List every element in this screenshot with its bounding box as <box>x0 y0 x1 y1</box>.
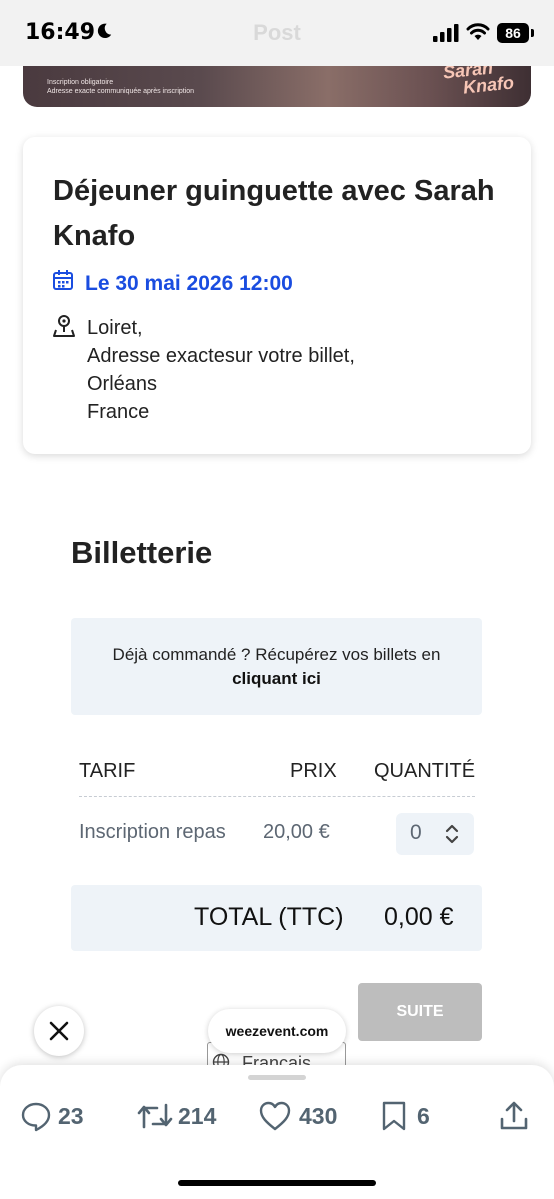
ticket-row-tarif: Inscription repas <box>79 821 226 843</box>
sheet-grabber[interactable] <box>248 1075 306 1080</box>
event-title: Déjeuner guinguette avec Sarah Knafo <box>53 175 495 252</box>
location-pin-icon <box>53 315 75 337</box>
column-header-tarif: TARIF <box>79 760 136 782</box>
column-header-quantite: QUANTITÉ <box>374 760 476 782</box>
total-value: 0,00 € <box>384 903 454 931</box>
close-icon <box>49 1021 69 1041</box>
location-line: Orléans <box>87 373 158 395</box>
heart-icon <box>259 1101 291 1131</box>
cellular-signal-icon <box>433 24 459 42</box>
share-icon <box>500 1101 528 1130</box>
quantity-value: 0 <box>410 821 422 844</box>
share-button[interactable] <box>498 1100 530 1132</box>
like-count: 430 <box>299 1103 338 1129</box>
already-ordered-box: Déjà commandé ? Récupérez vos billets en… <box>71 618 482 715</box>
ticketing-heading: Billetterie <box>71 535 213 570</box>
chevron-up-down-icon <box>445 824 459 844</box>
event-info-card: Déjeuner guinguette avec Sarah Knafo Le … <box>23 137 531 454</box>
location-line: Adresse exactesur votre billet, <box>87 345 355 367</box>
close-button[interactable] <box>34 1006 84 1056</box>
calendar-icon <box>53 270 73 290</box>
status-bar: 16:49 Post 86 <box>0 0 554 66</box>
reply-icon <box>21 1102 51 1132</box>
like-button[interactable]: 430 <box>258 1100 348 1132</box>
next-button[interactable]: SUITE <box>358 983 482 1041</box>
total-box: TOTAL (TTC) 0,00 € <box>71 885 482 951</box>
location-line: Loiret, <box>87 317 143 339</box>
battery-indicator: 86 <box>497 23 529 43</box>
wifi-icon <box>466 23 490 40</box>
repost-icon <box>137 1103 173 1129</box>
event-location: Loiret, Adresse exactesur votre billet, … <box>87 314 355 426</box>
banner-text-line: Inscription obligatoire <box>47 79 114 86</box>
total-label: TOTAL (TTC) <box>194 903 344 931</box>
column-header-prix: PRIX <box>290 760 337 782</box>
banner-text-line: Adresse exacte communiquée après inscrip… <box>47 88 195 95</box>
ticket-row-prix: 20,00 € <box>263 821 330 843</box>
retrieve-tickets-link[interactable]: cliquant ici <box>71 669 482 689</box>
quantity-select[interactable]: 0 <box>396 813 474 855</box>
bookmark-count: 6 <box>417 1103 430 1129</box>
reply-count: 23 <box>58 1103 84 1129</box>
reply-button[interactable]: 23 <box>20 1100 90 1132</box>
bookmark-button[interactable]: 6 <box>380 1100 440 1132</box>
location-line: France <box>87 401 150 423</box>
banner-logo: Knafo <box>462 72 515 98</box>
repost-button[interactable]: 214 <box>137 1100 222 1132</box>
repost-count: 214 <box>178 1103 217 1129</box>
home-indicator <box>178 1180 376 1186</box>
battery-cap <box>531 29 534 37</box>
webview-domain-pill[interactable]: weezevent.com <box>208 1009 346 1053</box>
event-date: Le 30 mai 2026 12:00 <box>85 272 293 295</box>
already-ordered-text: Déjà commandé ? Récupérez vos billets en <box>112 645 441 664</box>
table-divider <box>79 796 475 797</box>
post-action-bar: 23 214 430 6 <box>0 1065 554 1199</box>
bookmark-icon <box>382 1101 406 1131</box>
event-banner-image: Inscription obligatoire Adresse exacte c… <box>23 66 531 107</box>
